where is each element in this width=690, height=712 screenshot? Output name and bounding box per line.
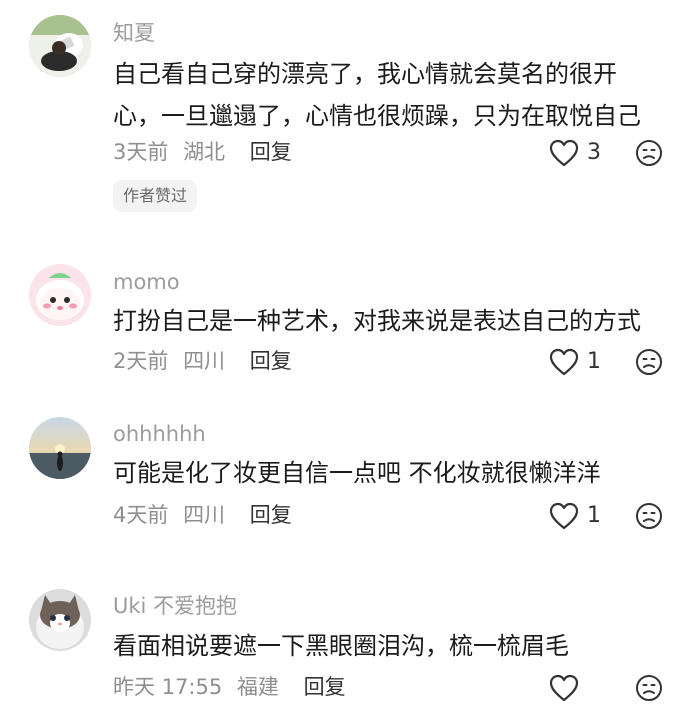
frown-face-icon <box>635 139 663 167</box>
dislike-button[interactable] <box>635 348 663 376</box>
avatar[interactable] <box>29 15 91 77</box>
comment-location: 福建 <box>236 675 279 699</box>
reply-button[interactable]: 回复 <box>250 142 292 163</box>
heart-outline-icon <box>549 139 579 167</box>
frown-face-icon <box>635 674 663 702</box>
comment-time: 2天前 <box>113 349 169 373</box>
reply-button[interactable]: 回复 <box>250 505 292 526</box>
dislike-button[interactable] <box>635 502 663 530</box>
comment-meta: 2天前 四川 回复 <box>113 351 292 372</box>
frown-face-icon <box>635 348 663 376</box>
heart-outline-icon <box>549 348 579 376</box>
like-button[interactable] <box>549 674 587 702</box>
comment-location: 四川 <box>183 503 226 527</box>
comment-text: 打扮自己是一种艺术，对我来说是表达自己的方式 <box>113 307 641 335</box>
comment-text: 自己看自己穿的漂亮了，我心情就会莫名的很开心，一旦邋遢了，心情也很烦躁，只为在取… <box>113 60 641 130</box>
avatar[interactable] <box>29 589 91 651</box>
like-button[interactable]: 3 <box>549 139 601 167</box>
heart-outline-icon <box>549 674 579 702</box>
comment-time: 3天前 <box>113 140 169 164</box>
reply-button[interactable]: 回复 <box>250 351 292 372</box>
like-button[interactable]: 1 <box>549 348 601 376</box>
like-button[interactable]: 1 <box>549 502 601 530</box>
username[interactable]: momo <box>113 272 180 293</box>
comment-location: 湖北 <box>183 140 226 164</box>
avatar[interactable] <box>29 264 91 326</box>
like-count: 1 <box>587 503 601 528</box>
username[interactable]: Uki 不爱抱抱 <box>113 596 237 617</box>
comment-time: 昨天 17:55 <box>113 675 223 699</box>
comment-meta: 4天前 四川 回复 <box>113 505 292 526</box>
comment-text: 可能是化了妆更自信一点吧 不化妆就很懒洋洋 <box>113 459 601 487</box>
avatar[interactable] <box>29 417 91 479</box>
comment-location: 四川 <box>183 349 226 373</box>
comment-text: 看面相说要遮一下黑眼圈泪沟，梳一梳眉毛 <box>113 632 569 660</box>
reply-button[interactable]: 回复 <box>304 677 346 698</box>
like-count: 3 <box>587 140 601 165</box>
dislike-button[interactable] <box>635 139 663 167</box>
heart-outline-icon <box>549 502 579 530</box>
comment-meta: 昨天 17:55 福建 回复 <box>113 677 346 698</box>
comment-meta: 3天前 湖北 回复 <box>113 142 292 163</box>
author-liked-badge: 作者赞过 <box>113 180 198 212</box>
username[interactable]: 知夏 <box>113 23 155 44</box>
frown-face-icon <box>635 502 663 530</box>
username[interactable]: ohhhhhh <box>113 424 206 445</box>
like-count: 1 <box>587 349 601 374</box>
comment-time: 4天前 <box>113 503 169 527</box>
dislike-button[interactable] <box>635 674 663 702</box>
